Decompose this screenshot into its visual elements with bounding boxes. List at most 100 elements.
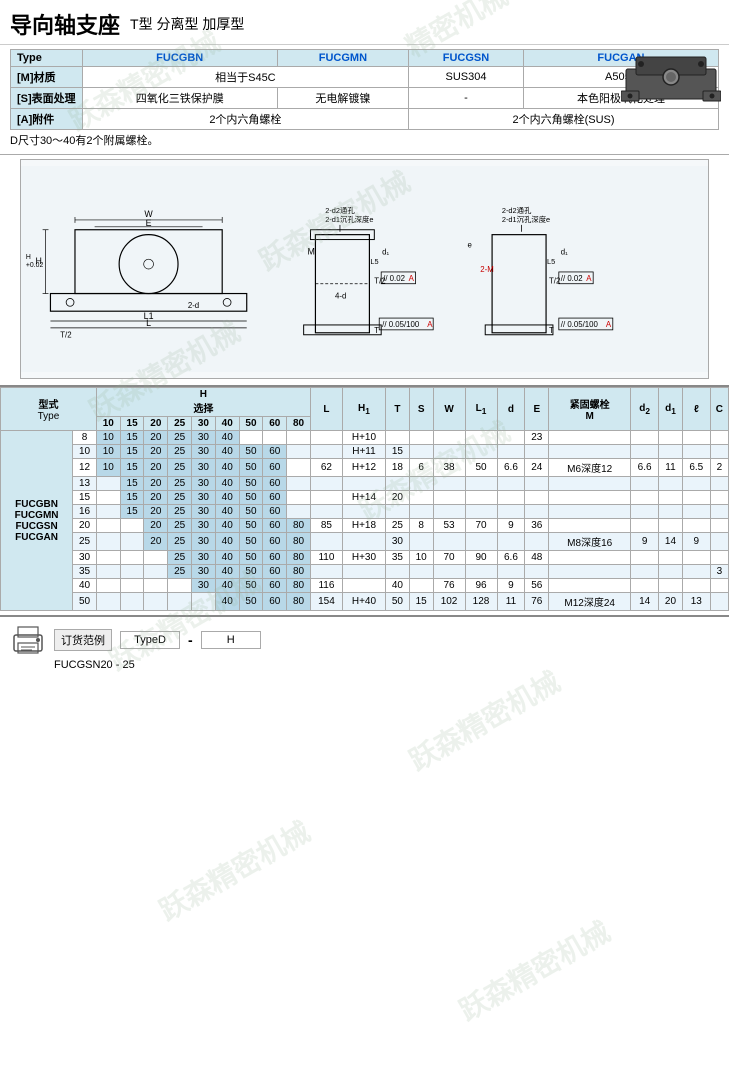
table-row: 20 20 25 30 40 50 60 80 85 H+18 25 8 53 … [1, 519, 729, 533]
svg-text:2-d2通孔: 2-d2通孔 [502, 206, 532, 215]
order-h-box[interactable]: H [201, 631, 261, 649]
spec-table: Type FUCGBN FUCGMN FUCGSN FUCGAN [M]材质 相… [10, 49, 719, 130]
spec-label-surface: [S]表面处理 [11, 88, 83, 109]
svg-text:T: T [549, 326, 554, 335]
svg-text:+0.02: +0.02 [26, 262, 44, 269]
order-example: FUCGSN20 - 25 [10, 659, 719, 671]
svg-text:d₁: d₁ [382, 247, 389, 256]
d-val: 16 [73, 505, 97, 519]
drawing-container: W E H H +0.02 L1 L T/2 2-d [20, 159, 709, 379]
th-H1: H1 [342, 388, 385, 431]
d-val: 10 [73, 445, 97, 459]
order-label: 订货范例 [54, 629, 112, 651]
d-val: 12 [73, 459, 97, 477]
svg-text:// 0.02: // 0.02 [561, 274, 583, 283]
type-fucgbn: FUCGBN [82, 50, 277, 67]
spec-label-type: Type [11, 50, 83, 67]
surface-fucgsn: - [409, 88, 524, 109]
d-val: 25 [73, 533, 97, 551]
th-W: W [433, 388, 465, 431]
svg-text:4-d: 4-d [335, 291, 346, 300]
th-h20: 20 [144, 417, 168, 431]
th-E: E [525, 388, 549, 431]
svg-text:L5: L5 [370, 257, 378, 266]
product-image [621, 49, 721, 109]
d-val: 40 [73, 579, 97, 593]
spec-label-material: [M]材质 [11, 67, 83, 88]
spec-label-accessory: [A]附件 [11, 109, 83, 130]
svg-text:e: e [468, 240, 473, 249]
svg-text:// 0.05/100: // 0.05/100 [561, 320, 599, 329]
th-L: L [310, 388, 342, 431]
svg-text:d₁: d₁ [561, 247, 568, 256]
th-h15: 15 [120, 417, 144, 431]
surface-fucgbn: 四氧化三铁保护膜 [82, 88, 277, 109]
th-type: 型式Type [1, 388, 97, 431]
th-d: d [497, 388, 525, 431]
th-T: T [385, 388, 409, 431]
spec-note: D尺寸30～40有2个附属螺栓。 [10, 130, 719, 150]
d-val: 30 [73, 551, 97, 565]
th-d1: d1 [659, 388, 683, 431]
svg-text:2-d2通孔: 2-d2通孔 [325, 206, 355, 215]
th-h30: 30 [192, 417, 216, 431]
svg-text:E: E [146, 218, 152, 228]
page-header: 导向轴支座 T型 分离型 加厚型 [0, 0, 729, 45]
th-M: 紧固螺栓M [549, 388, 631, 431]
type-fucgsn: FUCGSN [409, 50, 524, 67]
svg-text:T/2: T/2 [60, 331, 71, 340]
data-table-section: 型式Type H选择 L H1 T S W L1 d E 紧固螺栓M d2 d1… [0, 385, 729, 611]
type-label-group: FUCGBNFUCGMNFUCGSNFUCGAN [1, 431, 73, 611]
svg-text:L5: L5 [547, 257, 555, 266]
surface-fucgmn: 无电解镀镍 [277, 88, 408, 109]
svg-text:// 0.02: // 0.02 [383, 274, 405, 283]
order-separator: - [188, 632, 193, 648]
th-h10: 10 [96, 417, 120, 431]
table-row: 12 10 15 20 25 30 40 50 60 62 H+12 18 6 … [1, 459, 729, 477]
data-table: 型式Type H选择 L H1 T S W L1 d E 紧固螺栓M d2 d1… [0, 387, 729, 611]
table-row: 35 25 30 40 50 60 80 [1, 565, 729, 579]
accessory-fucgbn: 2个内六角螺栓 [82, 109, 408, 130]
table-row: 30 25 30 40 50 60 80 110 H+30 35 10 70 9… [1, 551, 729, 565]
th-h25: 25 [168, 417, 192, 431]
svg-text:// 0.05/100: // 0.05/100 [382, 320, 420, 329]
d-val: 15 [73, 491, 97, 505]
material-fucgsn: SUS304 [409, 67, 524, 88]
svg-text:T: T [374, 326, 379, 335]
order-row: 订货范例 TypeD - H [10, 625, 719, 655]
th-S: S [409, 388, 433, 431]
svg-text:M: M [308, 246, 315, 256]
table-row: 13 15 20 25 30 40 50 60 [1, 477, 729, 491]
table-row: 10 10 15 20 25 30 40 50 60 H+11 15 [1, 445, 729, 459]
page-subtitle: T型 分离型 加厚型 [130, 14, 244, 34]
th-L1: L1 [465, 388, 497, 431]
svg-text:L: L [146, 318, 151, 328]
table-row: 40 30 40 50 60 80 116 40 76 96 9 56 [1, 579, 729, 593]
svg-text:2-M: 2-M [480, 265, 494, 274]
printer-icon [10, 625, 46, 655]
spec-section: Type FUCGBN FUCGMN FUCGSN FUCGAN [M]材质 相… [0, 45, 729, 155]
technical-drawing: W E H H +0.02 L1 L T/2 2-d [21, 160, 708, 378]
th-l: ℓ [682, 388, 710, 431]
page-title: 导向轴支座 [10, 8, 120, 40]
order-type-box[interactable]: TypeD [120, 631, 180, 649]
d-val: 35 [73, 565, 97, 579]
svg-text:2-d1沉孔深度e: 2-d1沉孔深度e [325, 215, 373, 224]
d-val: 50 [73, 593, 97, 611]
th-h50: 50 [239, 417, 263, 431]
table-row: 16 15 20 25 30 40 50 60 [1, 505, 729, 519]
type-fucgmn: FUCGMN [277, 50, 408, 67]
svg-text:H: H [26, 254, 31, 261]
th-h80: 80 [287, 417, 311, 431]
product-svg [621, 49, 721, 107]
svg-text:2-d: 2-d [188, 301, 199, 310]
d-val: 20 [73, 519, 97, 533]
svg-text:A: A [427, 320, 433, 329]
d-val: 13 [73, 477, 97, 491]
th-h60: 60 [263, 417, 287, 431]
th-C: C [710, 388, 728, 431]
table-row: 25 20 25 30 40 50 60 80 30 M8深度16 9 [1, 533, 729, 551]
th-h: H选择 [96, 388, 310, 417]
th-h40: 40 [215, 417, 239, 431]
svg-text:A: A [409, 274, 415, 283]
